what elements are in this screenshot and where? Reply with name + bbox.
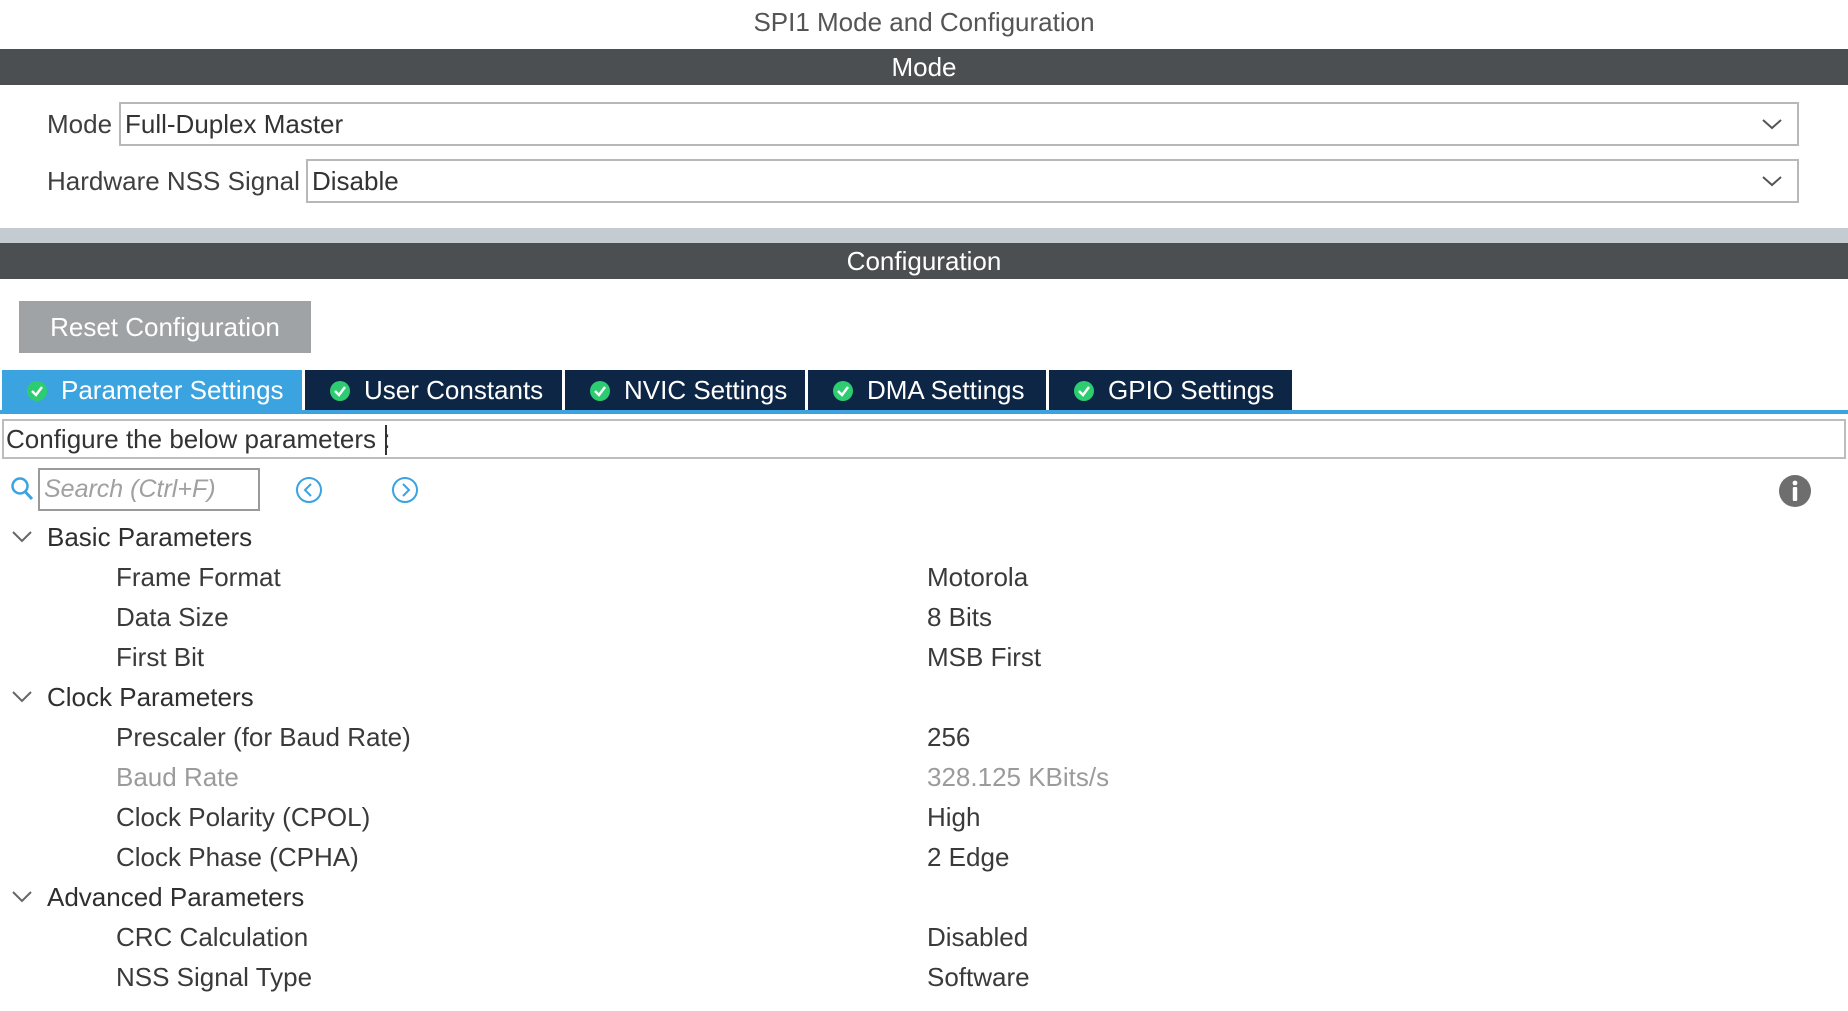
search-input[interactable] [38,468,260,511]
param-value[interactable]: 256 [927,717,970,757]
tab-label: Parameter Settings [61,375,284,405]
next-match-icon[interactable] [391,476,419,504]
chevron-down-icon [1762,119,1782,130]
section-divider [0,228,1848,243]
hardware-nss-select-value: Disable [312,166,399,196]
param-frame-format[interactable]: Frame Format Motorola [0,557,1848,597]
text-caret [385,425,387,455]
page-title: SPI1 Mode and Configuration [753,7,1095,37]
group-label: Clock Parameters [47,682,254,712]
tab-label: NVIC Settings [624,375,788,405]
param-value[interactable]: Software [927,957,1030,997]
tab-underline [0,410,1848,414]
param-clock-polarity[interactable]: Clock Polarity (CPOL) High [0,797,1848,837]
param-clock-phase[interactable]: Clock Phase (CPHA) 2 Edge [0,837,1848,877]
mode-label: Mode [47,109,113,139]
group-advanced-parameters[interactable]: Advanced Parameters [0,877,1848,917]
group-label: Advanced Parameters [47,882,305,912]
tab-label: GPIO Settings [1108,375,1275,405]
tab-gpio-settings[interactable]: GPIO Settings [1049,370,1292,411]
param-first-bit[interactable]: First Bit MSB First [0,637,1848,677]
check-circle-icon [833,381,853,401]
info-icon[interactable] [1778,474,1812,508]
param-name: First Bit [116,642,205,672]
param-data-size[interactable]: Data Size 8 Bits [0,597,1848,637]
param-baud-rate: Baud Rate 328.125 KBits/s [0,757,1848,797]
param-value: 328.125 KBits/s [927,762,1110,792]
param-value[interactable]: Motorola [927,557,1028,597]
param-value[interactable]: 2 Edge [927,837,1009,877]
group-basic-parameters[interactable]: Basic Parameters [0,517,1848,557]
check-circle-icon [27,381,47,401]
chevron-down-icon[interactable] [11,690,33,704]
param-name: CRC Calculation [116,922,309,952]
mode-section-header: Mode [0,49,1848,85]
param-name: Clock Polarity (CPOL) [116,802,371,832]
search-icon[interactable] [10,476,34,502]
param-name: Frame Format [116,562,281,592]
configure-hint-text: Configure the below parameters : [6,424,391,454]
param-name: Clock Phase (CPHA) [116,842,359,872]
mode-select[interactable]: Full-Duplex Master [119,102,1799,146]
chevron-down-icon [1762,176,1782,187]
previous-match-icon[interactable] [295,476,323,504]
config-section-header: Configuration [0,243,1848,279]
tab-user-constants[interactable]: User Constants [305,370,562,411]
param-name: Prescaler (for Baud Rate) [116,722,411,752]
check-circle-icon [1074,381,1094,401]
group-clock-parameters[interactable]: Clock Parameters [0,677,1848,717]
tab-nvic-settings[interactable]: NVIC Settings [565,370,805,411]
tab-dma-settings[interactable]: DMA Settings [808,370,1046,411]
group-label: Basic Parameters [47,522,253,552]
configure-hint: Configure the below parameters : [2,419,1846,459]
hardware-nss-select[interactable]: Disable [306,159,1799,203]
chevron-down-icon[interactable] [11,890,33,904]
reset-configuration-button[interactable]: Reset Configuration [19,301,311,353]
param-name: Data Size [116,602,229,632]
param-prescaler[interactable]: Prescaler (for Baud Rate) 256 [0,717,1848,757]
param-nss-signal-type[interactable]: NSS Signal Type Software [0,957,1848,997]
tab-bar: Parameter Settings User Constants NVIC S… [0,370,1848,413]
param-name: Baud Rate [116,762,239,792]
param-value[interactable]: 8 Bits [927,597,992,637]
tab-label: DMA Settings [867,375,1025,405]
param-value[interactable]: High [927,797,980,837]
tab-parameter-settings[interactable]: Parameter Settings [2,370,302,411]
param-name: NSS Signal Type [116,962,313,992]
mode-select-value: Full-Duplex Master [125,109,344,139]
param-value[interactable]: Disabled [927,917,1028,957]
check-circle-icon [330,381,350,401]
param-crc-calculation[interactable]: CRC Calculation Disabled [0,917,1848,957]
tab-label: User Constants [364,375,544,405]
check-circle-icon [590,381,610,401]
param-value[interactable]: MSB First [927,637,1041,677]
nss-label: Hardware NSS Signal [47,166,300,196]
chevron-down-icon[interactable] [11,530,33,544]
